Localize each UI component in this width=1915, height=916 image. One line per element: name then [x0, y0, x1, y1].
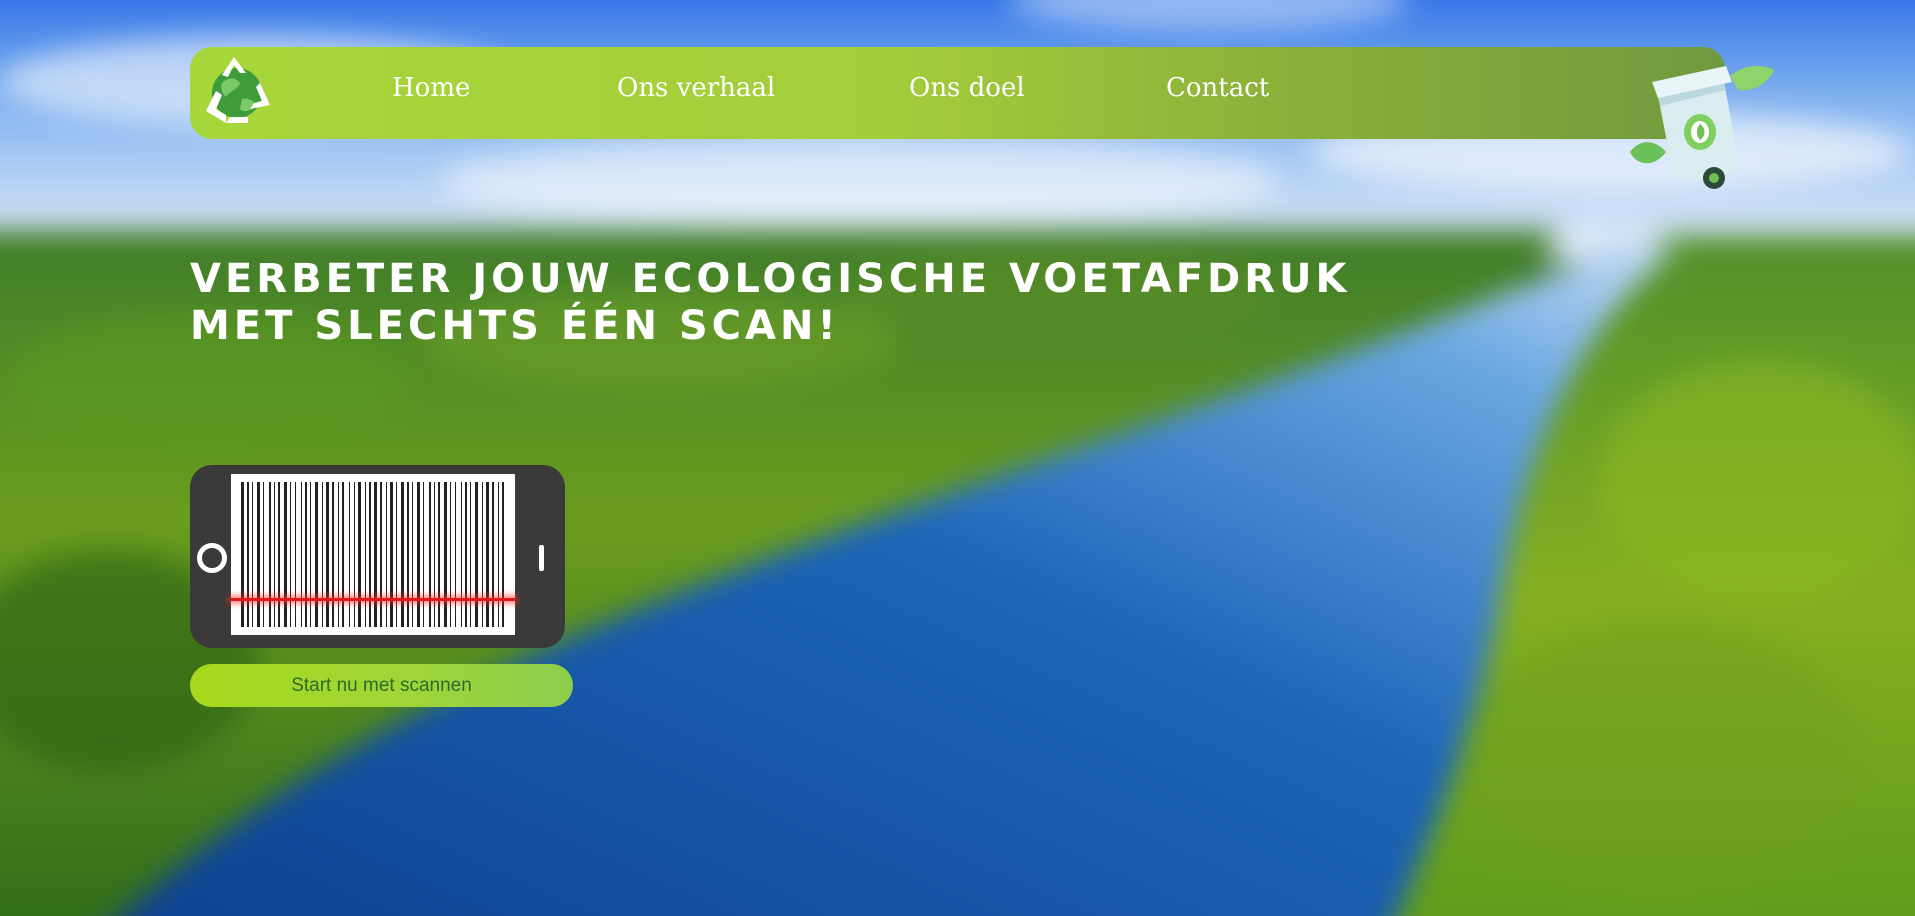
barcode-icon	[231, 474, 515, 635]
barcode-bar	[374, 482, 377, 627]
start-scanning-button[interactable]: Start nu met scannen	[190, 664, 573, 707]
barcode-bar	[390, 482, 393, 627]
barcode-bar	[444, 482, 447, 627]
hero-headline-line-1: Verbeter jouw ecologische voetafdruk	[190, 256, 1351, 302]
nav-links: Home Ons verhaal Ons doel Contact	[190, 47, 1725, 139]
barcode-bar	[502, 482, 504, 627]
barcode-bar	[380, 482, 382, 627]
phone-speaker-icon	[539, 545, 544, 571]
barcode-bar	[450, 482, 451, 627]
barcode-bar	[269, 482, 271, 627]
barcode-bar	[263, 482, 264, 627]
barcode-bar	[429, 482, 431, 627]
barcode-bar	[455, 482, 456, 627]
barcode-bar	[247, 482, 249, 627]
barcode-bar	[417, 482, 420, 627]
barcode-bar	[475, 482, 478, 627]
barcode-bar	[407, 482, 409, 627]
barcode-bar	[492, 482, 494, 627]
barcode-bar	[461, 482, 462, 627]
barcode-bar	[295, 482, 296, 627]
main-navbar: Home Ons verhaal Ons doel Contact	[190, 47, 1725, 139]
barcode-bar	[290, 482, 291, 627]
barcode-bar	[354, 482, 355, 627]
barcode-bar	[434, 482, 435, 627]
barcode-bar	[257, 482, 260, 627]
barcode-bar	[358, 482, 361, 627]
barcode-bar	[423, 482, 424, 627]
barcode-bar	[386, 482, 387, 627]
phone-home-button-icon	[197, 543, 227, 573]
barcode-bar	[482, 482, 483, 627]
barcode-bar	[486, 482, 489, 627]
landing-page: Home Ons verhaal Ons doel Contact Verbet…	[0, 0, 1915, 916]
barcode-bar	[252, 482, 253, 627]
nav-item-ons-verhaal[interactable]: Ons verhaal	[617, 73, 775, 103]
nav-item-ons-doel[interactable]: Ons doel	[909, 73, 1025, 103]
barcode-bar	[315, 482, 318, 627]
phone-barcode-scanner-icon	[190, 465, 565, 648]
barcode-bar	[338, 482, 339, 627]
barcode-bar	[305, 482, 307, 627]
barcode-bar	[396, 482, 397, 627]
scan-line	[231, 598, 515, 601]
nav-item-home[interactable]: Home	[392, 73, 470, 103]
barcode-bar	[322, 482, 323, 627]
barcode-bar	[278, 482, 280, 627]
barcode-bar	[349, 482, 350, 627]
barcode-bar	[332, 482, 334, 627]
barcode-bar	[465, 482, 467, 627]
barcode-bar	[342, 482, 344, 627]
hero-headline-line-2: met slechts één scan!	[190, 303, 840, 349]
hero-headline: Verbeter jouw ecologische voetafdruk met…	[190, 256, 1390, 350]
barcode-bar	[326, 482, 329, 627]
barcode-bar	[498, 482, 499, 627]
barcode-bar	[401, 482, 404, 627]
barcode-bar	[365, 482, 366, 627]
barcode-bar	[301, 482, 302, 627]
barcode-bar	[369, 482, 371, 627]
barcode-bar	[412, 482, 413, 627]
barcode-bar	[284, 482, 287, 627]
recycle-bin-icon	[1622, 56, 1782, 196]
barcode-bar	[274, 482, 275, 627]
barcode-bar	[438, 482, 440, 627]
barcode-bar	[310, 482, 311, 627]
barcode-bar	[241, 482, 244, 627]
nav-item-contact[interactable]: Contact	[1166, 73, 1269, 103]
barcode-bar	[470, 482, 471, 627]
